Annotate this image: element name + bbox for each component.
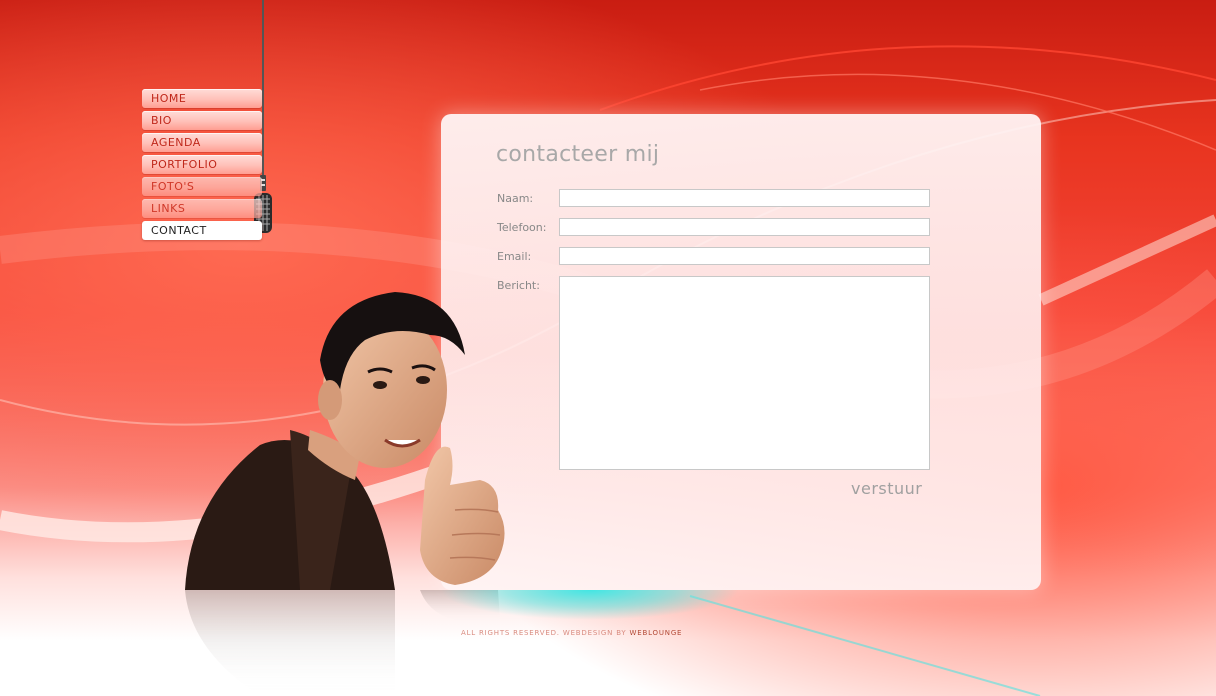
nav-item-contact[interactable]: CONTACT bbox=[142, 221, 262, 240]
contact-panel: contacteer mij Naam: Telefoon: Email: Be… bbox=[441, 114, 1041, 590]
footer: ALL RIGHTS RESERVED. WEBDESIGN BY WEBLOU… bbox=[461, 629, 682, 637]
nav-item-portfolio[interactable]: PORTFOLIO bbox=[142, 155, 262, 174]
nav-item-fotos[interactable]: FOTO'S bbox=[142, 177, 262, 196]
person-photo bbox=[185, 292, 505, 590]
phone-label: Telefoon: bbox=[497, 221, 547, 234]
footer-text: ALL RIGHTS RESERVED. WEBDESIGN BY bbox=[461, 629, 627, 637]
main-navigation: HOME BIO AGENDA PORTFOLIO FOTO'S LINKS C… bbox=[142, 89, 262, 243]
page-title: contacteer mij bbox=[496, 142, 660, 167]
microphone-cord bbox=[262, 0, 264, 182]
nav-item-bio[interactable]: BIO bbox=[142, 111, 262, 130]
phone-field[interactable] bbox=[559, 218, 930, 236]
message-field[interactable] bbox=[559, 276, 930, 470]
nav-item-agenda[interactable]: AGENDA bbox=[142, 133, 262, 152]
name-field[interactable] bbox=[559, 189, 930, 207]
nav-item-links[interactable]: LINKS bbox=[142, 199, 262, 218]
name-label: Naam: bbox=[497, 192, 534, 205]
submit-button[interactable]: verstuur bbox=[851, 479, 922, 498]
footer-link-weblounge[interactable]: WEBLOUNGE bbox=[630, 629, 683, 637]
nav-item-home[interactable]: HOME bbox=[142, 89, 262, 108]
email-field[interactable] bbox=[559, 247, 930, 265]
email-label: Email: bbox=[497, 250, 532, 263]
teal-glow bbox=[440, 590, 740, 620]
